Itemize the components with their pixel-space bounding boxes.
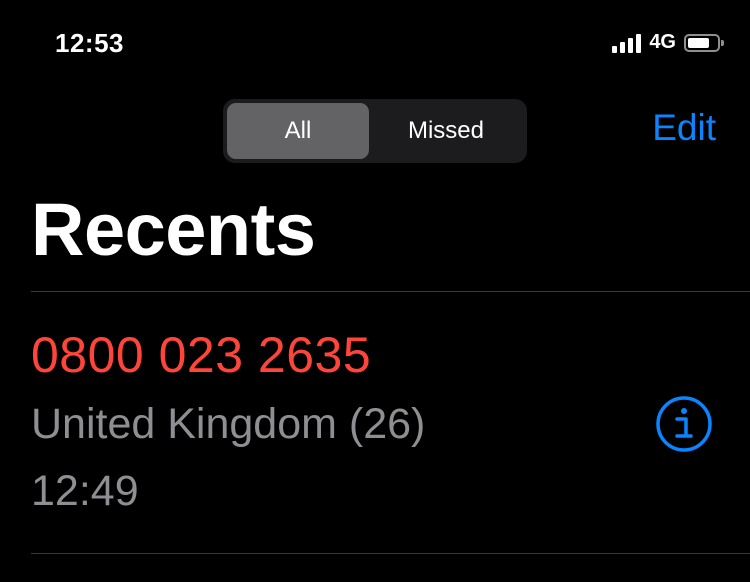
- divider: [31, 553, 750, 554]
- status-indicators: 4G: [612, 31, 724, 54]
- call-number: 0800 023 2635: [31, 327, 372, 383]
- segment-missed[interactable]: Missed: [369, 103, 523, 159]
- recents-filter-segmented-control: All Missed: [223, 99, 527, 163]
- call-label: United Kingdom (26): [31, 400, 426, 448]
- battery-fill: [688, 37, 709, 48]
- battery-icon: [684, 33, 724, 52]
- network-type: 4G: [649, 31, 676, 53]
- info-button[interactable]: [655, 395, 713, 453]
- edit-button[interactable]: Edit: [652, 107, 716, 149]
- cellular-signal-icon: [612, 33, 642, 53]
- status-time: 12:53: [55, 28, 124, 58]
- segment-all[interactable]: All: [227, 103, 369, 159]
- call-row[interactable]: 0800 023 2635 United Kingdom (26) 12:49: [0, 292, 750, 553]
- info-circle-icon: [656, 396, 712, 452]
- call-time: 12:49: [31, 467, 139, 515]
- page-title: Recents: [31, 188, 316, 271]
